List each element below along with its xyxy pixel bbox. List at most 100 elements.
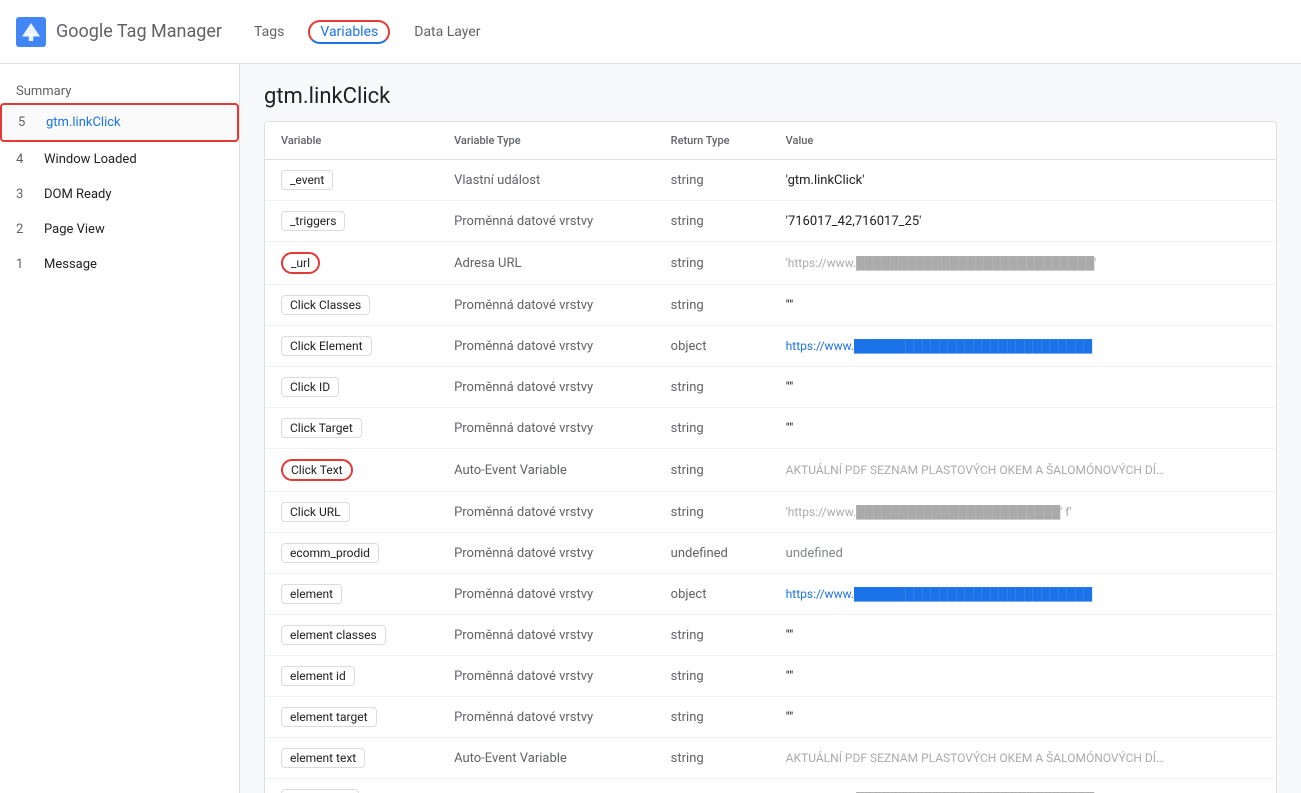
- sidebar-item-window-loaded[interactable]: 4 Window Loaded: [0, 142, 239, 177]
- var-value-cell: "": [770, 697, 1276, 738]
- sidebar-item-num-4: 4: [16, 152, 36, 167]
- var-badge[interactable]: _url: [281, 252, 320, 274]
- gtm-logo: Google Tag Manager: [16, 17, 222, 47]
- var-value-cell: "": [770, 367, 1276, 408]
- var-value-cell: https://www.████████████████████████████: [770, 326, 1276, 367]
- nav-tab-datalayer[interactable]: Data Layer: [414, 20, 480, 44]
- var-return-cell: string: [655, 367, 770, 408]
- var-return-cell: string: [655, 738, 770, 779]
- var-badge[interactable]: Click Classes: [281, 295, 370, 315]
- var-value-cell: 'https://www.███████████████████████████…: [770, 779, 1276, 793]
- var-type-cell: Proměnná datové vrstvy: [438, 779, 655, 793]
- gtm-logo-icon: [16, 17, 46, 47]
- table-row: element url Proměnná datové vrstvystring'…: [265, 779, 1276, 793]
- page-title: gtm.linkClick: [264, 84, 1277, 109]
- var-name-cell: element: [265, 574, 438, 615]
- var-value-cell: 'gtm.linkClick': [770, 160, 1276, 201]
- var-name-cell: Click Classes: [265, 285, 438, 326]
- var-badge[interactable]: _event: [281, 170, 333, 190]
- var-badge[interactable]: Click ID: [281, 377, 339, 397]
- var-name-cell: _triggers: [265, 201, 438, 242]
- nav-tab-tags[interactable]: Tags: [254, 20, 284, 44]
- var-badge[interactable]: element url: [281, 789, 359, 793]
- var-badge[interactable]: Click Target: [281, 418, 362, 438]
- sidebar-item-label-2: Page View: [44, 222, 105, 237]
- var-value-cell: "": [770, 285, 1276, 326]
- var-value-cell: "": [770, 408, 1276, 449]
- main-layout: Summary 5 gtm.linkClick 4 Window Loaded …: [0, 64, 1301, 793]
- var-return-cell: undefined: [655, 533, 770, 574]
- nav-tabs: Tags Variables Data Layer: [254, 20, 480, 44]
- table-row: element targetProměnná datové vrstvystri…: [265, 697, 1276, 738]
- var-name-cell: element text: [265, 738, 438, 779]
- table-body: _eventVlastní událoststring'gtm.linkClic…: [265, 160, 1276, 793]
- col-header-variable: Variable: [265, 122, 438, 160]
- var-name-cell: element url: [265, 779, 438, 793]
- var-type-cell: Proměnná datové vrstvy: [438, 408, 655, 449]
- var-value-cell: AKTUÁLNÍ PDF SEZNAM PLASTOVÝCH OKEM A ŠA…: [770, 449, 1276, 492]
- content-header: gtm.linkClick: [240, 64, 1301, 121]
- var-name-cell: Click Text: [265, 449, 438, 492]
- var-value-cell: https://www.████████████████████████████: [770, 574, 1276, 615]
- var-type-cell: Proměnná datové vrstvy: [438, 656, 655, 697]
- var-type-cell: Proměnná datové vrstvy: [438, 615, 655, 656]
- table-row: _triggersProměnná datové vrstvystring'71…: [265, 201, 1276, 242]
- sidebar: Summary 5 gtm.linkClick 4 Window Loaded …: [0, 64, 240, 793]
- sidebar-item-page-view[interactable]: 2 Page View: [0, 212, 239, 247]
- col-header-type: Variable Type: [438, 122, 655, 160]
- var-return-cell: string: [655, 779, 770, 793]
- var-name-cell: Click Target: [265, 408, 438, 449]
- var-badge[interactable]: element target: [281, 707, 377, 727]
- nav-tab-variables[interactable]: Variables: [308, 20, 390, 44]
- var-value-cell: undefined: [770, 533, 1276, 574]
- var-value-cell: "": [770, 615, 1276, 656]
- col-header-return: Return Type: [655, 122, 770, 160]
- var-badge[interactable]: _triggers: [281, 211, 345, 231]
- var-badge[interactable]: ecomm_prodid: [281, 543, 379, 563]
- var-name-cell: _url: [265, 242, 438, 285]
- var-return-cell: string: [655, 656, 770, 697]
- var-badge[interactable]: element classes: [281, 625, 386, 645]
- table-row: Click ElementProměnná datové vrstvyobjec…: [265, 326, 1276, 367]
- var-badge[interactable]: element id: [281, 666, 355, 686]
- var-badge[interactable]: element text: [281, 748, 365, 768]
- var-badge[interactable]: element: [281, 584, 342, 604]
- table-header: Variable Variable Type Return Type Value: [265, 122, 1276, 160]
- sidebar-item-message[interactable]: 1 Message: [0, 247, 239, 282]
- sidebar-item-num-3: 3: [16, 187, 36, 202]
- var-name-cell: element target: [265, 697, 438, 738]
- sidebar-item-dom-ready[interactable]: 3 DOM Ready: [0, 177, 239, 212]
- table-row: elementProměnná datové vrstvyobjecthttps…: [265, 574, 1276, 615]
- col-header-value: Value: [770, 122, 1276, 160]
- table-row: _event Vlastní událoststring'gtm.linkClic…: [265, 160, 1276, 201]
- var-name-cell: element classes: [265, 615, 438, 656]
- var-badge[interactable]: Click Element: [281, 336, 372, 356]
- var-type-cell: Proměnná datové vrstvy: [438, 367, 655, 408]
- variables-table-wrapper: Variable Variable Type Return Type Value…: [264, 121, 1277, 793]
- var-name-cell: element id: [265, 656, 438, 697]
- var-value-cell: AKTUÁLNÍ PDF SEZNAM PLASTOVÝCH OKEM A ŠA…: [770, 738, 1276, 779]
- var-return-cell: string: [655, 697, 770, 738]
- sidebar-item-gtm-linkclick[interactable]: 5 gtm.linkClick: [0, 103, 239, 142]
- var-name-cell: Click URL: [265, 492, 438, 533]
- sidebar-item-num-5: 5: [18, 115, 38, 130]
- var-type-cell: Auto-Event Variable: [438, 449, 655, 492]
- var-type-cell: Proměnná datové vrstvy: [438, 285, 655, 326]
- var-type-cell: Proměnná datové vrstvy: [438, 201, 655, 242]
- var-return-cell: string: [655, 160, 770, 201]
- var-return-cell: string: [655, 242, 770, 285]
- var-type-cell: Auto-Event Variable: [438, 738, 655, 779]
- var-return-cell: string: [655, 615, 770, 656]
- var-type-cell: Proměnná datové vrstvy: [438, 574, 655, 615]
- var-return-cell: string: [655, 201, 770, 242]
- var-name-cell: _event: [265, 160, 438, 201]
- var-type-cell: Vlastní událost: [438, 160, 655, 201]
- var-badge[interactable]: Click Text: [281, 459, 353, 481]
- var-badge[interactable]: Click URL: [281, 502, 350, 522]
- var-return-cell: string: [655, 408, 770, 449]
- sidebar-section-label: Summary: [0, 72, 239, 103]
- gtm-logo-text: Google Tag Manager: [56, 21, 222, 42]
- table-row: Click ID Proměnná datové vrstvystring"": [265, 367, 1276, 408]
- table-row: Click TextAuto-Event VariablestringAKTUÁ…: [265, 449, 1276, 492]
- table-row: ecomm_prodidProměnná datové vrstvyundefi…: [265, 533, 1276, 574]
